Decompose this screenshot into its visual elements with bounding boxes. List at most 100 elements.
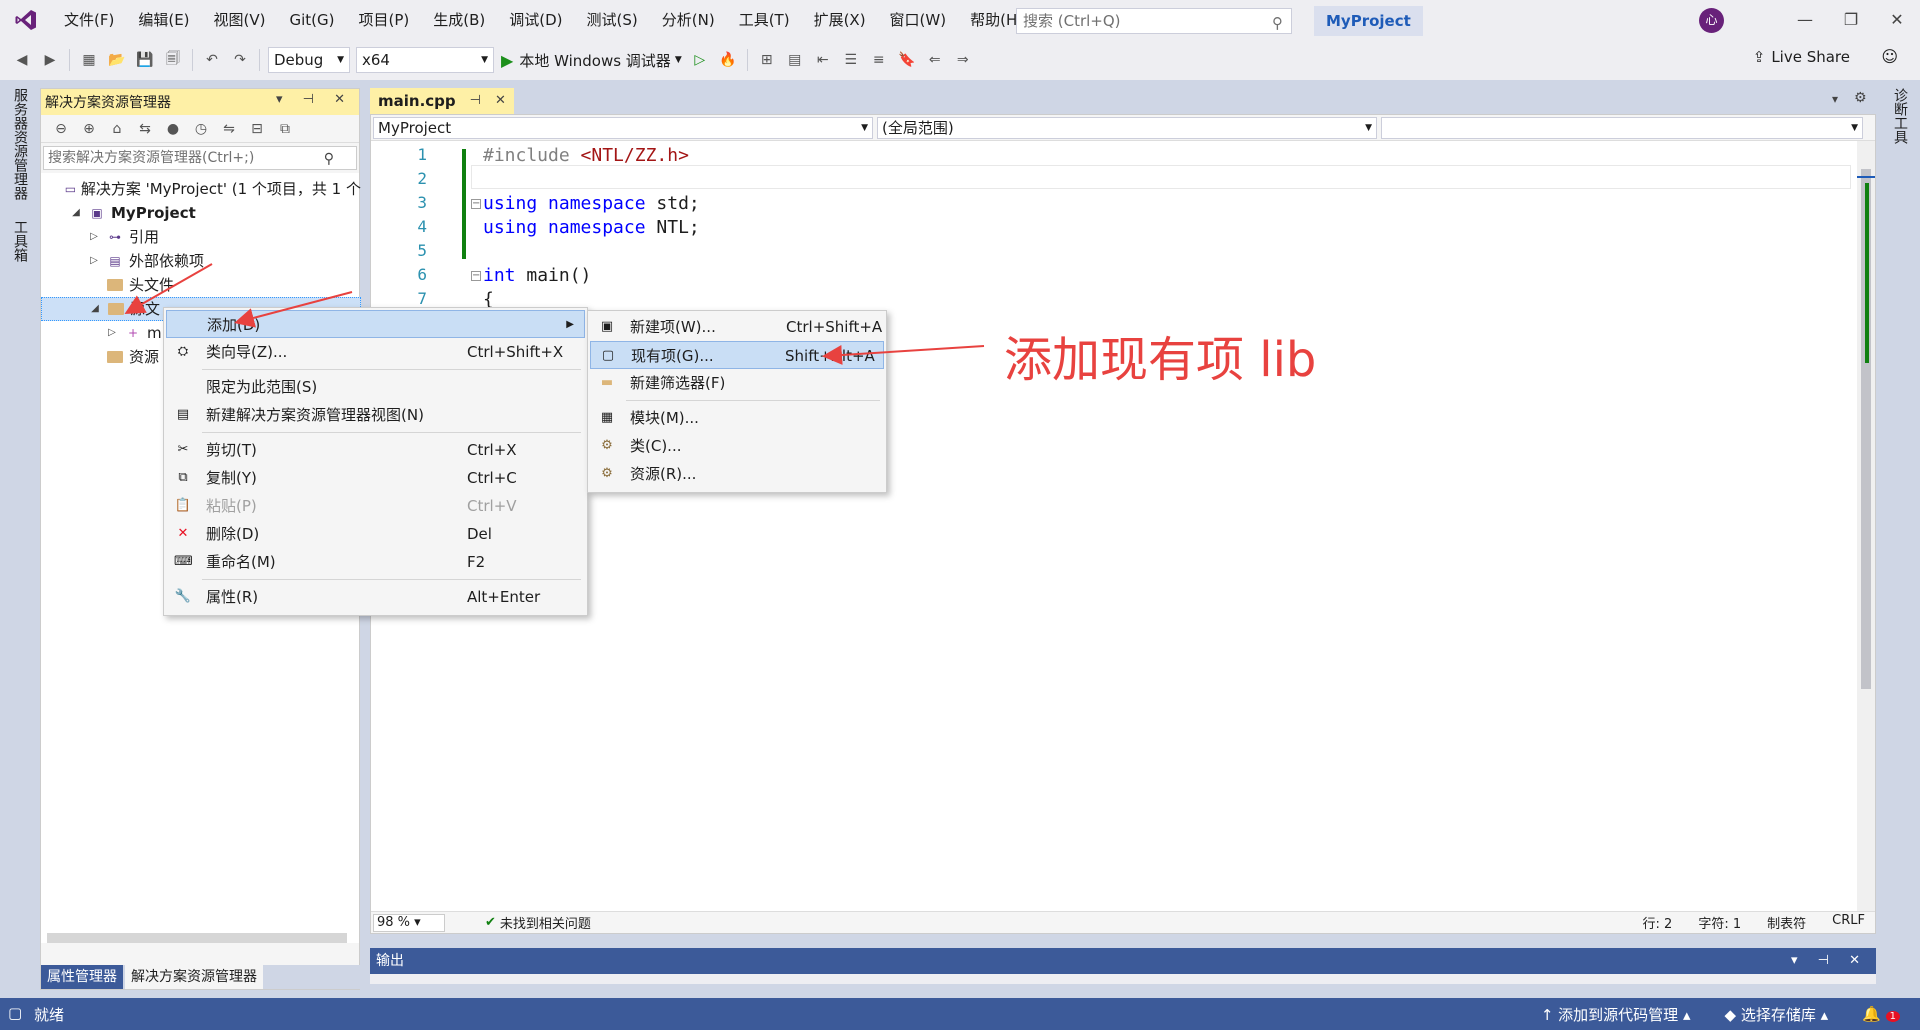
add-to-source-control-button[interactable]: ↑ 添加到源代码管理 ▴: [1541, 1004, 1691, 1025]
open-file-icon[interactable]: 📂: [105, 48, 129, 72]
char-indicator[interactable]: 字符: 1: [1698, 913, 1741, 932]
expander-icon[interactable]: ◢: [88, 297, 102, 321]
pending-changes-icon[interactable]: ●: [161, 117, 185, 141]
context-menu-item[interactable]: ✂ 剪切(T) Ctrl+X: [166, 436, 585, 464]
context-menu-item[interactable]: ⛭ 类向导(Z)... Ctrl+Shift+X: [166, 338, 585, 366]
start-debugging-button[interactable]: ▶ 本地 Windows 调试器 ▼: [501, 50, 682, 71]
back-icon[interactable]: ⊖: [49, 117, 73, 141]
context-menu-item[interactable]: 限定为此范围(S): [166, 373, 585, 401]
submenu-item[interactable]: ▬ 新建筛选器(F): [590, 369, 884, 397]
tab-main-cpp[interactable]: main.cpp ⊣ ✕: [370, 88, 514, 114]
issues-status[interactable]: 未找到相关问题: [500, 913, 591, 932]
expander-icon[interactable]: ▷: [87, 249, 101, 273]
code-area[interactable]: #include <NTL/ZZ.h> − using namespace std;…: [471, 141, 1851, 911]
forward-icon[interactable]: ▶: [38, 48, 62, 72]
output-window-icon[interactable]: ▢: [8, 1004, 22, 1022]
submenu-item[interactable]: ▢ 现有项(G)... Shift+Alt+A: [590, 341, 884, 369]
tree-item[interactable]: ▷ ⊶ 引用: [41, 225, 361, 249]
server-explorer-tab[interactable]: 服务器资源管理器: [10, 88, 30, 200]
bookmark-icon[interactable]: 🔖: [895, 48, 919, 72]
code-line[interactable]: #include <NTL/ZZ.h>: [483, 145, 689, 166]
expander-icon[interactable]: ◢: [69, 201, 83, 225]
code-line[interactable]: int main(): [483, 265, 591, 286]
tree-item[interactable]: ◢ ▣ MyProject: [41, 201, 361, 225]
pin-icon[interactable]: ⊣: [470, 88, 481, 114]
new-project-icon[interactable]: ▦: [77, 48, 101, 72]
solution-search-input[interactable]: 搜索解决方案资源管理器(Ctrl+;) ⚲: [43, 146, 357, 170]
menu-item-6[interactable]: 调试(D): [497, 0, 574, 40]
line-indicator[interactable]: 行: 2: [1643, 913, 1673, 932]
code-line[interactable]: using namespace std;: [483, 193, 700, 214]
save-icon[interactable]: 💾: [133, 48, 157, 72]
code-line[interactable]: using namespace NTL;: [483, 217, 700, 238]
menu-item-3[interactable]: Git(G): [278, 0, 347, 40]
visual-studio-logo-icon[interactable]: [0, 0, 52, 40]
step-icon[interactable]: ⇤: [811, 48, 835, 72]
browse-icon[interactable]: ⊞: [755, 48, 779, 72]
diagnostic-tools-tab[interactable]: 诊断工具: [1890, 88, 1910, 144]
history-icon[interactable]: ◷: [189, 117, 213, 141]
comment-icon[interactable]: ☰: [839, 48, 863, 72]
live-share-button[interactable]: ⇪ Live Share: [1753, 48, 1850, 66]
submenu-item[interactable]: ▣ 新建项(W)... Ctrl+Shift+A: [590, 313, 884, 341]
fold-toggle-icon[interactable]: −: [471, 199, 481, 209]
menu-item-0[interactable]: 文件(F): [52, 0, 126, 40]
sync-icon[interactable]: ⇋: [217, 117, 241, 141]
menu-item-8[interactable]: 分析(N): [650, 0, 727, 40]
scope-dropdown[interactable]: (全局范围) ▼: [877, 117, 1377, 139]
redo-icon[interactable]: ↷: [228, 48, 252, 72]
tree-item[interactable]: ▷ ▤ 外部依赖项: [41, 249, 361, 273]
undo-icon[interactable]: ↶: [200, 48, 224, 72]
context-menu-item[interactable]: ▤ 新建解决方案资源管理器视图(N): [166, 401, 585, 429]
prev-bookmark-icon[interactable]: ⇐: [923, 48, 947, 72]
submenu-item[interactable]: ⚙ 类(C)...: [590, 432, 884, 460]
tree-item[interactable]: 头文件: [41, 273, 361, 297]
panel-controls[interactable]: ▾ ⊣ ✕: [1791, 948, 1868, 974]
hot-reload-icon[interactable]: 🔥: [716, 48, 740, 72]
toolbox-tab[interactable]: 工具箱: [10, 220, 30, 262]
platform-select[interactable]: x64 ▼: [356, 47, 494, 73]
avatar[interactable]: 心: [1699, 8, 1724, 33]
menu-item-1[interactable]: 编辑(E): [126, 0, 201, 40]
fold-toggle-icon[interactable]: −: [471, 271, 481, 281]
select-repository-button[interactable]: ◆ 选择存储库 ▴: [1725, 1004, 1829, 1025]
menu-item-11[interactable]: 窗口(W): [878, 0, 959, 40]
menu-item-9[interactable]: 工具(T): [727, 0, 802, 40]
menu-item-4[interactable]: 项目(P): [347, 0, 422, 40]
save-all-icon[interactable]: 🗐: [161, 48, 185, 72]
search-input[interactable]: 搜索 (Ctrl+Q) ⚲: [1016, 8, 1292, 34]
project-dropdown[interactable]: MyProject ▼: [373, 117, 873, 139]
output-panel-header[interactable]: 输出 ▾ ⊣ ✕: [370, 948, 1876, 974]
tab-property-manager[interactable]: 属性管理器: [41, 965, 123, 989]
tab-solution-explorer[interactable]: 解决方案资源管理器: [125, 965, 263, 989]
context-menu-item[interactable]: 📋 粘贴(P) Ctrl+V: [166, 492, 585, 520]
layout-icon[interactable]: ▤: [783, 48, 807, 72]
eol-indicator[interactable]: CRLF: [1832, 913, 1865, 932]
next-bookmark-icon[interactable]: ⇒: [951, 48, 975, 72]
menu-item-7[interactable]: 测试(S): [575, 0, 650, 40]
zoom-select[interactable]: 98 % ▾: [373, 913, 445, 932]
start-without-debug-icon[interactable]: ▷: [688, 48, 712, 72]
restore-button[interactable]: ❐: [1828, 0, 1874, 40]
config-select[interactable]: Debug ▼: [268, 47, 350, 73]
expander-icon[interactable]: ▷: [105, 321, 119, 345]
context-menu-item[interactable]: 添加(D) ▶: [166, 310, 585, 338]
collapse-all-icon[interactable]: ⊟: [245, 117, 269, 141]
minimize-button[interactable]: —: [1782, 0, 1828, 40]
context-menu-item[interactable]: ⌨ 重命名(M) F2: [166, 548, 585, 576]
expander-icon[interactable]: ▷: [87, 225, 101, 249]
member-dropdown[interactable]: ▼: [1381, 117, 1863, 139]
code-editor[interactable]: MyProject ▼ (全局范围) ▼ ▼ 1 2 3 4 5 6 7 #include <N…: [370, 114, 1876, 934]
notifications-button[interactable]: 🔔 1: [1862, 1005, 1900, 1023]
context-menu-item[interactable]: ✕ 删除(D) Del: [166, 520, 585, 548]
tab-list-icon[interactable]: ▾: [1832, 92, 1838, 106]
home-icon[interactable]: ⌂: [105, 117, 129, 141]
submenu-item[interactable]: ⚙ 资源(R)...: [590, 460, 884, 488]
tree-item[interactable]: ▭ 解决方案 'MyProject' (1 个项目，共 1 个: [41, 177, 361, 201]
horizontal-scrollbar[interactable]: [47, 933, 347, 943]
close-icon[interactable]: ✕: [495, 88, 506, 114]
context-menu-item[interactable]: ⧉ 复制(Y) Ctrl+C: [166, 464, 585, 492]
forward-icon[interactable]: ⊕: [77, 117, 101, 141]
panel-controls[interactable]: ▾ ⊣ ✕: [276, 92, 353, 107]
menu-item-2[interactable]: 视图(V): [202, 0, 278, 40]
